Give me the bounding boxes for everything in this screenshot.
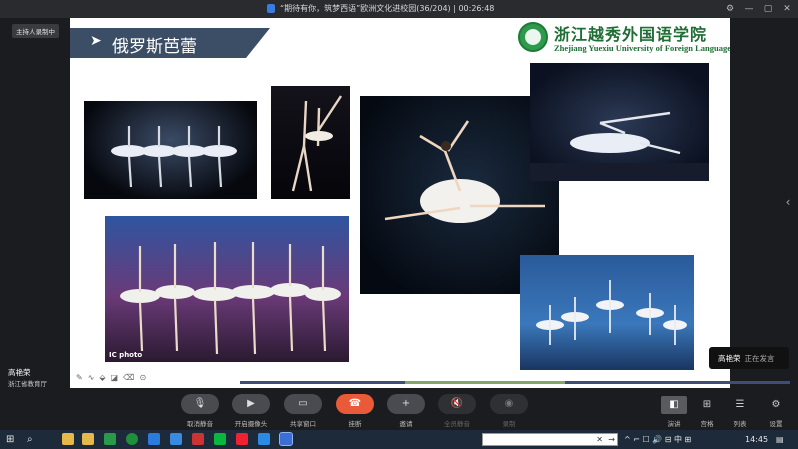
progress-segment [240, 381, 405, 384]
share-window-label: 共享窗口 [290, 420, 316, 428]
university-name-cn: 浙江越秀外国语学院 [554, 25, 708, 44]
slide-title-banner: ➤ 俄罗斯芭蕾 [70, 28, 270, 58]
shape-icon[interactable]: ◪ [111, 373, 119, 382]
arrow-right-icon[interactable]: → [608, 434, 615, 446]
meeting-app-icon[interactable] [279, 432, 293, 446]
app-icon[interactable] [192, 433, 204, 445]
ballet-photo-corps-de-ballet: IC photo [105, 216, 349, 362]
arrow-icon: ➤ [90, 33, 102, 49]
progress-segment [405, 381, 565, 384]
unmute-button[interactable]: 🎙 [181, 394, 219, 414]
share-window-button[interactable]: ▭ [284, 394, 322, 414]
university-name-en: Zhejiang Yuexiu University of Foreign La… [554, 43, 730, 53]
record-label: 录制 [502, 420, 516, 428]
search-icon[interactable]: ⌕ [27, 433, 33, 446]
ballet-photo-four-swans [84, 101, 257, 199]
notification-icon[interactable]: ▤ [776, 433, 784, 446]
slide-progress-bar [240, 381, 790, 384]
speaking-status: 正在发言 [744, 354, 775, 363]
highlighter-icon[interactable]: ⬙ [99, 373, 105, 382]
file-explorer-icon[interactable] [62, 433, 74, 445]
close-button[interactable]: ✕ [780, 2, 794, 16]
record-button[interactable]: ◉ [490, 394, 528, 414]
shared-slide: ➤ 俄罗斯芭蕾 浙江越秀外国语学院 Zhejiang Yuexiu Univer… [70, 18, 730, 388]
invite-button[interactable]: + [387, 394, 425, 414]
maximize-button[interactable]: ▢ [761, 2, 775, 16]
eraser-icon[interactable]: ⌫ [123, 373, 134, 382]
lock-icon [267, 4, 275, 13]
chevron-left-icon[interactable]: ‹ [781, 190, 795, 214]
mute-all-button[interactable]: 🔇 [438, 394, 476, 414]
windows-start-icon[interactable]: ⊞ [6, 433, 14, 446]
browser-icon[interactable] [148, 433, 160, 445]
meeting-title: “期待有你，筑梦西语”欧洲文化进校园(36/204) | 00:26:48 [280, 4, 495, 13]
speaker-name: 高艳荣 [8, 368, 31, 377]
minimize-button[interactable]: — [742, 2, 756, 16]
mute-all-label: 全员静音 [444, 420, 470, 428]
start-camera-button[interactable]: ▶ [232, 394, 270, 414]
host-recording-tag: 主持人录制中 [12, 24, 59, 38]
clear-icon[interactable]: ✕ [596, 434, 603, 446]
meeting-control-bar: 🎙 取消静音 ▶ 开启摄像头 ▭ 共享窗口 ☎ 挂断 + 邀请 🔇 全员静音 ◉… [0, 388, 798, 430]
curve-icon[interactable]: ∿ [88, 373, 95, 382]
slide-heading: 俄罗斯芭蕾 [112, 37, 197, 57]
progress-segment [565, 381, 790, 384]
clock[interactable]: 14:45 [745, 433, 768, 446]
system-tray-icons[interactable]: ^ ⌐ ☐ 🔊 ⊟ 中 ⊞ [624, 433, 691, 446]
chat-app-icon[interactable] [126, 433, 138, 445]
speaking-name: 高艳荣 [718, 354, 741, 363]
ballet-photo-dying-swan [530, 63, 709, 181]
pen-icon[interactable]: ✎ [76, 373, 83, 382]
grid-view-button[interactable]: ⊞ [694, 396, 720, 414]
app-icon[interactable] [236, 433, 248, 445]
windows-taskbar: ⊞ ⌕ ✕ → ^ ⌐ ☐ 🔊 ⊟ 中 ⊞ 14:45 ▤ [0, 430, 798, 449]
start-camera-label: 开启摄像头 [234, 420, 268, 428]
university-seal-icon [518, 22, 548, 52]
ballet-photo-blue-stage [520, 255, 694, 370]
wechat-icon[interactable] [214, 433, 226, 445]
annotation-toolbar: ✎ ∿ ⬙ ◪ ⌫ ⊙ [76, 373, 146, 382]
hang-up-button[interactable]: ☎ [336, 394, 374, 414]
meeting-window: “期待有你，筑梦西语”欧洲文化进校园(36/204) | 00:26:48 ⚙ … [0, 0, 798, 449]
settings-label: 设置 [769, 420, 783, 428]
app-icon[interactable] [170, 433, 182, 445]
laser-pointer-icon[interactable]: ⊙ [139, 373, 146, 382]
folder-icon[interactable] [82, 433, 94, 445]
speaker-organization: 浙江省教育厅 [8, 380, 47, 388]
settings-icon[interactable]: ⚙ [723, 2, 737, 16]
speaking-indicator: 高艳荣 正在发言 [709, 347, 789, 369]
app-icon[interactable] [104, 433, 116, 445]
photo-watermark: IC photo [109, 351, 143, 359]
settings-button[interactable]: ⚙ [763, 396, 789, 414]
title-bar: “期待有你，筑梦西语”欧洲文化进校园(36/204) | 00:26:48 ⚙ … [0, 0, 798, 18]
ballet-photo-duet [271, 86, 350, 199]
speaker-view-button[interactable]: ◧ [661, 396, 687, 414]
dingtalk-icon[interactable] [258, 433, 270, 445]
list-view-button[interactable]: ☰ [727, 396, 753, 414]
taskbar-search-input[interactable]: ✕ → [482, 433, 618, 446]
